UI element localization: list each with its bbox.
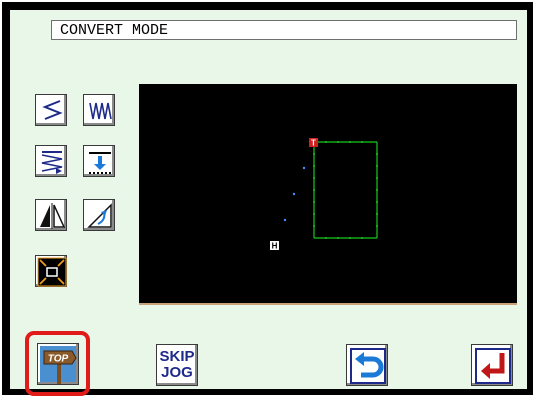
undo-button[interactable] xyxy=(346,344,388,386)
rotate-icon xyxy=(87,203,112,228)
enter-button[interactable] xyxy=(471,344,513,386)
home-marker-label: H xyxy=(272,242,278,251)
zigzag-stitch-icon xyxy=(42,100,63,120)
pattern-preview: T H xyxy=(270,138,378,251)
undo-arrow-icon xyxy=(350,348,386,384)
signpost-icon: TOP xyxy=(43,350,77,384)
jump-path-dots xyxy=(283,166,306,222)
multi-line-stitch-icon xyxy=(41,151,63,174)
enter-arrow-icon xyxy=(475,348,511,384)
rotate-tool[interactable] xyxy=(83,199,115,231)
pattern-outline xyxy=(313,141,378,239)
top-button[interactable]: TOP xyxy=(37,343,79,385)
offset-down-tool[interactable] xyxy=(83,145,115,177)
pattern-canvas[interactable]: T H xyxy=(139,84,517,305)
top-button-label: TOP xyxy=(48,354,69,365)
multi-line-stitch-tool[interactable] xyxy=(35,145,67,177)
start-marker-label: T xyxy=(311,139,316,148)
zigzag-stitch-tool[interactable] xyxy=(35,94,67,126)
skip-jog-label-line1: SKIP xyxy=(159,348,195,365)
mirror-tool[interactable] xyxy=(35,199,67,231)
pattern-stitch-points xyxy=(313,141,378,239)
mirror-icon xyxy=(40,203,66,229)
skip-jog-button[interactable]: SKIP JOG xyxy=(156,344,198,386)
wave-stitch-icon xyxy=(89,102,112,120)
scale-icon xyxy=(37,257,67,287)
scale-tool[interactable] xyxy=(35,255,67,287)
skip-jog-label-line2: JOG xyxy=(161,364,193,381)
offset-down-arrow-icon xyxy=(89,152,111,174)
page-title: CONVERT MODE xyxy=(60,22,169,39)
wave-stitch-tool[interactable] xyxy=(83,94,115,126)
